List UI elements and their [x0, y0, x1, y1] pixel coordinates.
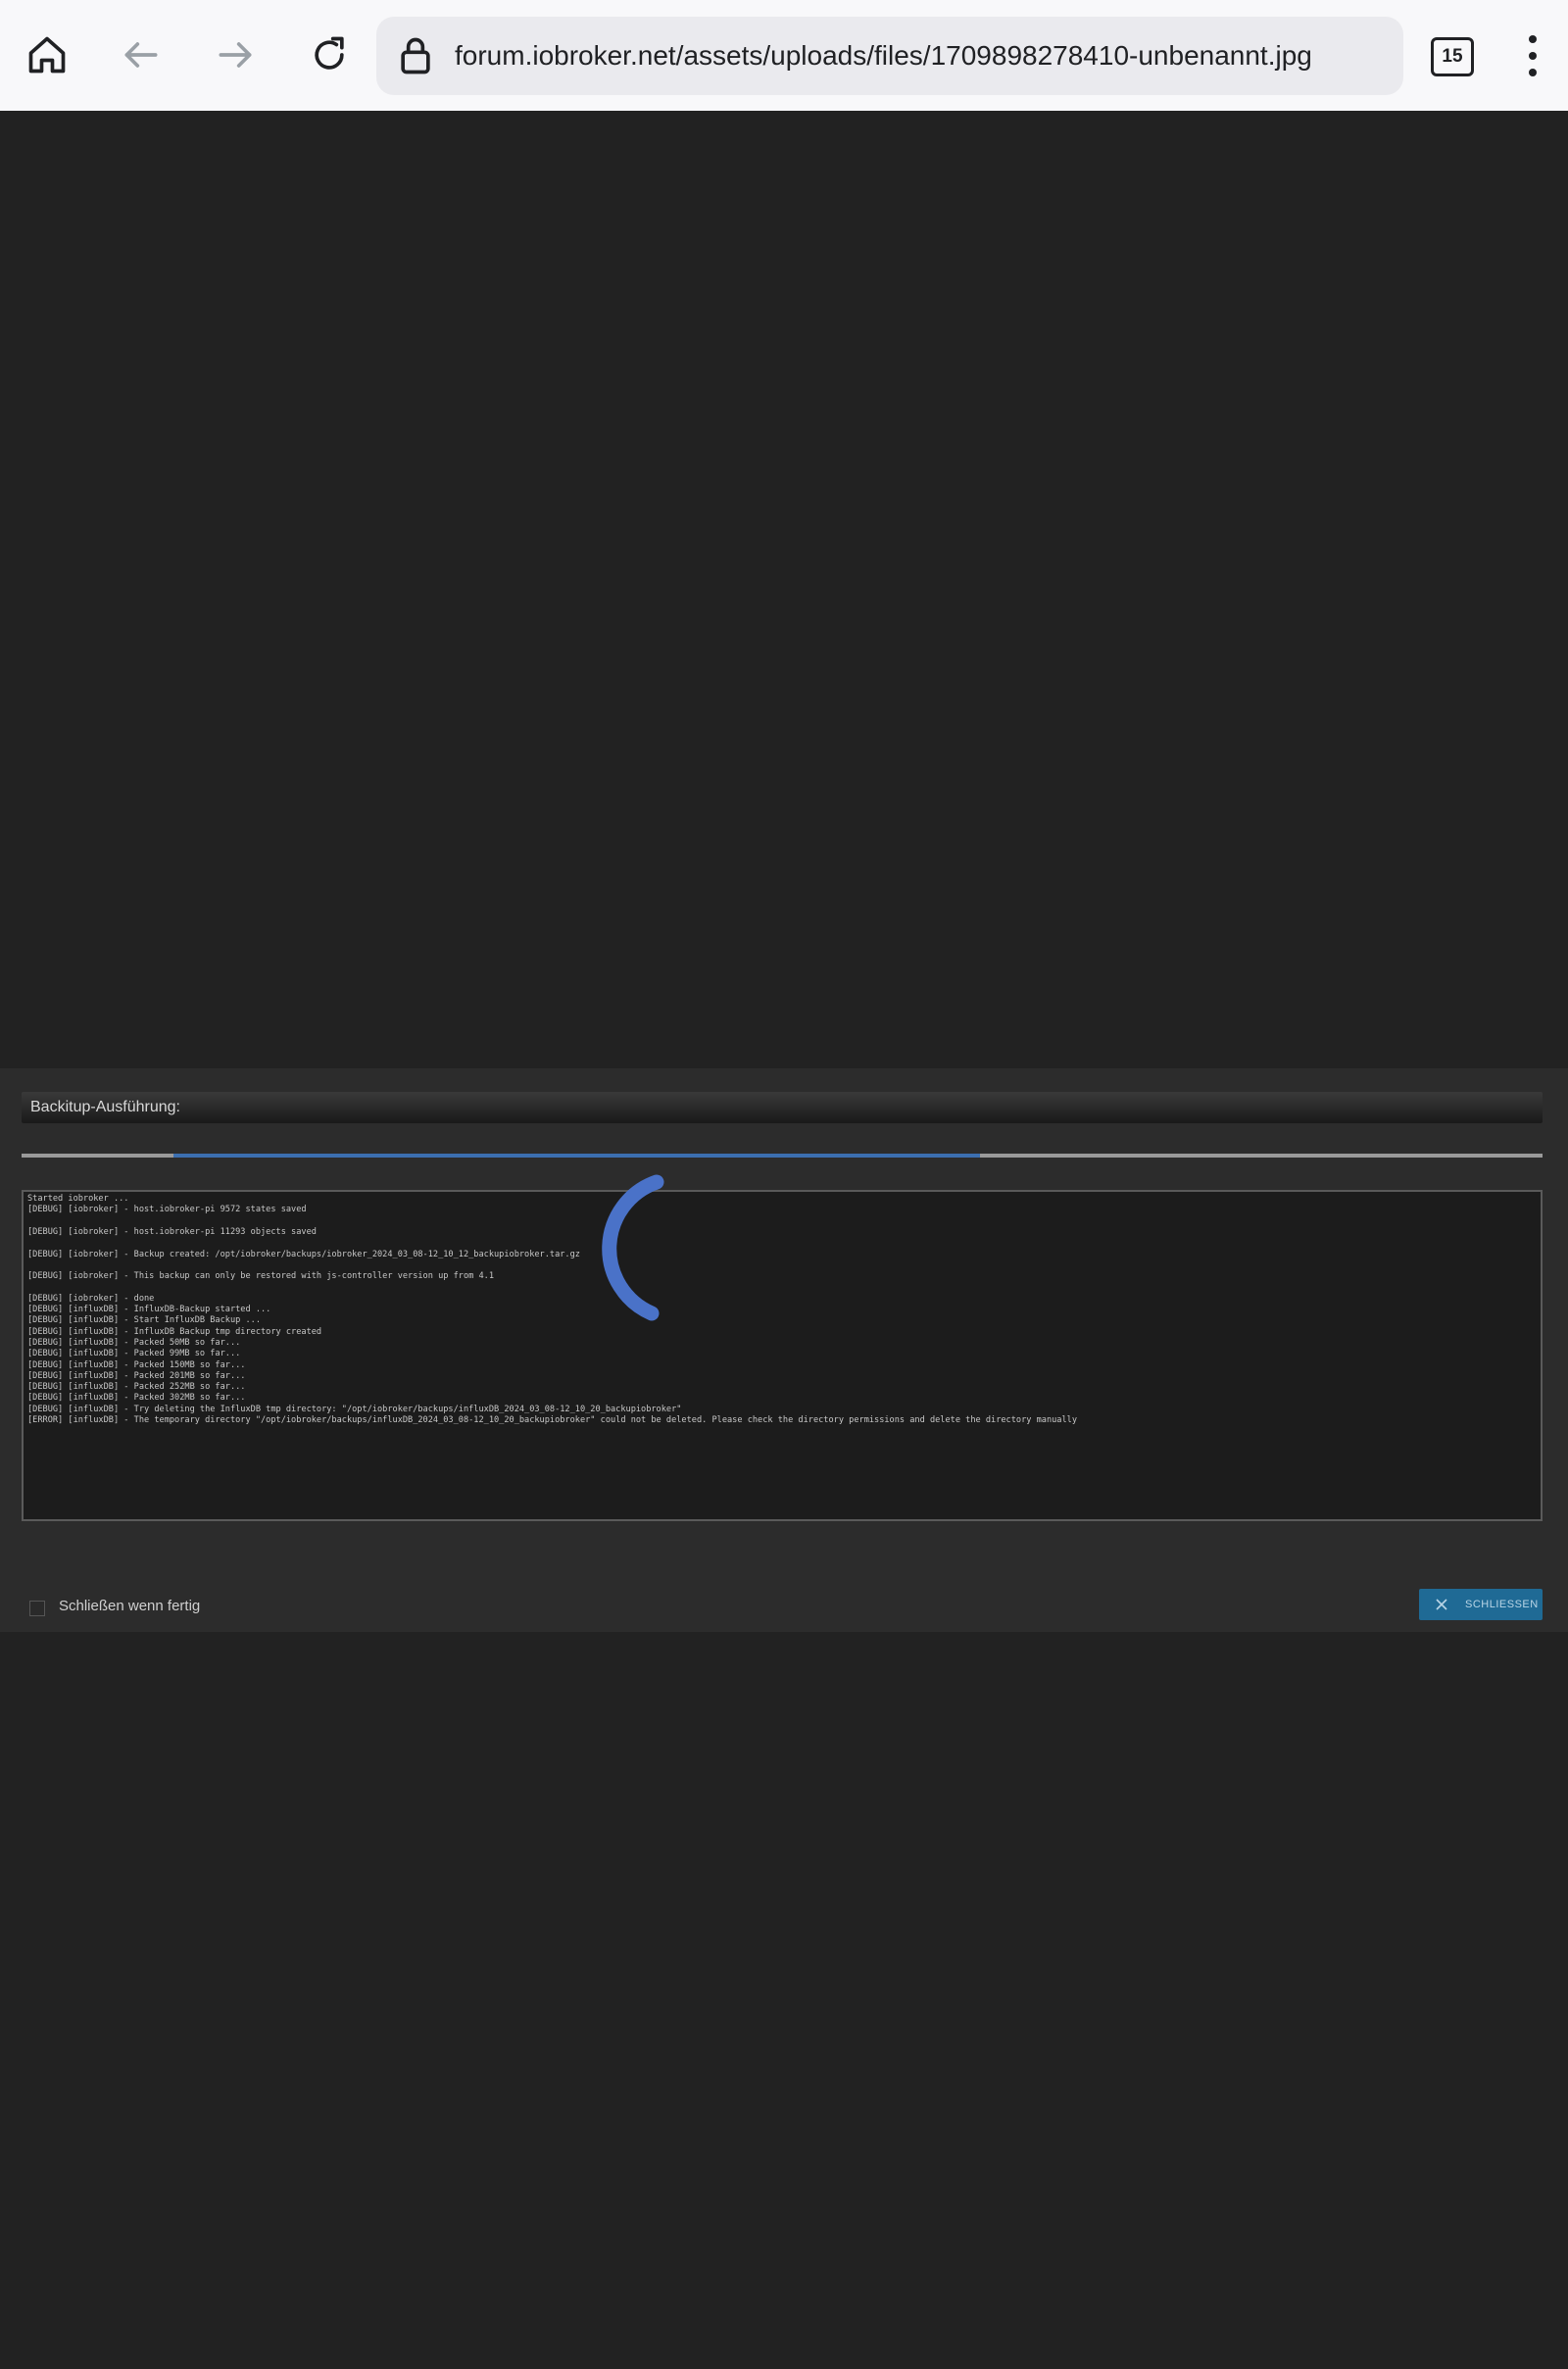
- log-line: [DEBUG] [influxDB] - InfluxDB Backup tmp…: [27, 1326, 322, 1337]
- log-line: [DEBUG] [iobroker] - done: [27, 1293, 155, 1304]
- log-line: [ERROR] [influxDB] - The temporary direc…: [27, 1415, 1077, 1425]
- dialog-title-bar: Backitup-Ausführung:: [22, 1092, 1543, 1123]
- reload-icon[interactable]: [298, 24, 361, 86]
- forward-icon[interactable]: [204, 24, 267, 86]
- log-line: [DEBUG] [influxDB] - Packed 150MB so far…: [27, 1359, 246, 1370]
- log-line: [DEBUG] [influxDB] - Packed 50MB so far.…: [27, 1337, 241, 1348]
- log-line: [DEBUG] [influxDB] - Start InfluxDB Back…: [27, 1315, 261, 1326]
- close-button-label: SCHLIESSEN: [1465, 1599, 1539, 1610]
- home-icon[interactable]: [16, 24, 78, 86]
- browser-toolbar: forum.iobroker.net/assets/uploads/files/…: [0, 0, 1568, 111]
- log-line: [DEBUG] [influxDB] - InfluxDB-Backup sta…: [27, 1305, 271, 1314]
- lock-icon[interactable]: [394, 34, 437, 77]
- close-button[interactable]: SCHLIESSEN: [1419, 1589, 1543, 1620]
- log-line: [DEBUG] [iobroker] - host.iobroker-pi 95…: [27, 1205, 307, 1215]
- tabs-icon[interactable]: 15: [1431, 37, 1474, 76]
- close-icon: [1436, 1599, 1447, 1610]
- log-line: [DEBUG] [influxDB] - Packed 201MB so far…: [27, 1370, 246, 1381]
- image-viewer: Backitup-Ausführung: Started iobroker ..…: [0, 111, 1568, 2369]
- log-output: Started iobroker ... [DEBUG] [iobroker] -…: [22, 1190, 1543, 1521]
- progress-bar: [22, 1154, 1543, 1158]
- loading-spinner-icon: [602, 1174, 664, 1321]
- backitup-dialog: Backitup-Ausführung: Started iobroker ..…: [0, 1068, 1568, 1632]
- log-line: [DEBUG] [iobroker] - host.iobroker-pi 11…: [27, 1226, 317, 1237]
- log-line: [DEBUG] [influxDB] - Try deleting the In…: [27, 1404, 682, 1414]
- more-icon[interactable]: [1517, 29, 1548, 82]
- log-line: [DEBUG] [iobroker] - This backup can onl…: [27, 1271, 494, 1282]
- log-line: [DEBUG] [influxDB] - Packed 252MB so far…: [27, 1382, 246, 1393]
- log-line: Started iobroker ...: [27, 1194, 129, 1204]
- dialog-title: Backitup-Ausführung:: [30, 1099, 180, 1115]
- log-line: [DEBUG] [influxDB] - Packed 99MB so far.…: [27, 1349, 241, 1359]
- log-line: [DEBUG] [iobroker] - Backup created: /op…: [27, 1249, 580, 1259]
- log-line: [DEBUG] [influxDB] - Packed 302MB so far…: [27, 1393, 246, 1404]
- address-bar[interactable]: forum.iobroker.net/assets/uploads/files/…: [376, 17, 1403, 95]
- back-icon[interactable]: [110, 24, 172, 86]
- close-when-done-label: Schließen wenn fertig: [59, 1598, 201, 1614]
- progress-bar-fill: [173, 1154, 980, 1158]
- url-text[interactable]: forum.iobroker.net/assets/uploads/files/…: [455, 17, 1386, 95]
- close-when-done-checkbox[interactable]: [29, 1601, 45, 1616]
